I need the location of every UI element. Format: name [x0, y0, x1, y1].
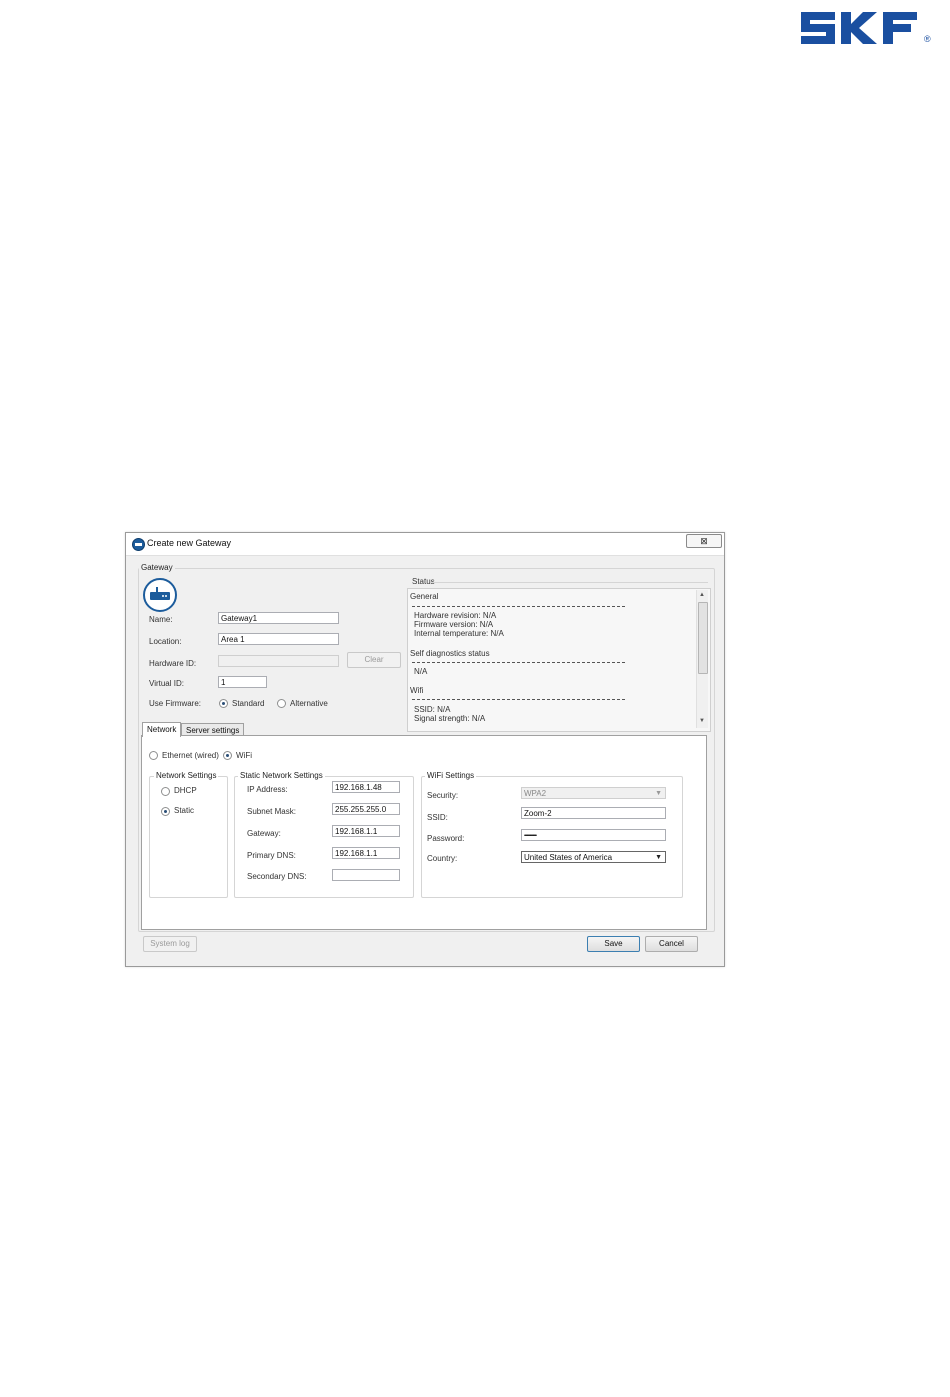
firmware-standard-radio[interactable]	[219, 699, 228, 708]
clear-button[interactable]: Clear	[347, 652, 401, 668]
firmware-label: Use Firmware:	[149, 699, 202, 708]
virtual-id-input[interactable]: 1	[218, 676, 267, 688]
password-input[interactable]: ••••••••••••••••	[521, 829, 666, 841]
location-input[interactable]: Area 1	[218, 633, 339, 645]
security-select[interactable]: WPA2 ▼	[521, 787, 666, 799]
system-log-button[interactable]: System log	[143, 936, 197, 952]
firmware-alternative-label[interactable]: Alternative	[290, 699, 328, 708]
chevron-down-icon[interactable]: ▼	[655, 788, 662, 798]
close-button[interactable]: ⊠	[686, 534, 722, 548]
registered-mark: ®	[924, 34, 931, 44]
scroll-up-icon[interactable]: ▲	[699, 592, 705, 598]
wifi-radio[interactable]	[223, 751, 232, 760]
name-input[interactable]: Gateway1	[218, 612, 339, 624]
dialog-title: Create new Gateway	[147, 538, 232, 548]
country-value: United States of America	[524, 853, 613, 862]
dialog-titlebar: Create new Gateway ⊠	[126, 533, 724, 556]
status-wifi-heading: Wifi	[410, 686, 424, 695]
status-scrollbar[interactable]: ▲ ▼	[696, 590, 708, 728]
gateway-router-icon	[143, 578, 177, 612]
cancel-button[interactable]: Cancel	[645, 936, 698, 952]
status-ssid: SSID: N/A	[414, 705, 451, 714]
status-divider	[412, 699, 625, 700]
secondary-dns-input[interactable]	[332, 869, 400, 881]
scroll-down-icon[interactable]: ▼	[699, 718, 705, 724]
gateway-group-label: Gateway	[139, 563, 175, 572]
status-internal-temperature: Internal temperature: N/A	[414, 629, 504, 638]
status-self-diag-heading: Self diagnostics status	[410, 649, 490, 658]
security-value: WPA2	[524, 789, 547, 798]
gateway-label: Gateway:	[247, 829, 281, 838]
subnet-mask-input[interactable]: 255.255.255.0	[332, 803, 400, 815]
ip-address-input[interactable]: 192.168.1.48	[332, 781, 400, 793]
hardware-id-input[interactable]	[218, 655, 339, 667]
wifi-settings-label: WiFi Settings	[425, 771, 477, 780]
network-tab-panel: Ethernet (wired) WiFi Network Settings D…	[141, 735, 707, 930]
name-label: Name:	[149, 615, 173, 624]
static-label[interactable]: Static	[174, 806, 194, 815]
security-label: Security:	[427, 791, 459, 800]
gateway-input[interactable]: 192.168.1.1	[332, 825, 400, 837]
status-divider	[412, 606, 625, 607]
firmware-standard-label[interactable]: Standard	[232, 699, 264, 708]
status-hardware-revision: Hardware revision: N/A	[414, 611, 497, 620]
create-gateway-dialog: Create new Gateway ⊠ Gateway Name: Gatew…	[125, 532, 725, 967]
wifi-label[interactable]: WiFi	[236, 751, 252, 760]
ip-address-label: IP Address:	[247, 785, 288, 794]
static-radio[interactable]	[161, 807, 170, 816]
chevron-down-icon[interactable]: ▼	[655, 852, 662, 862]
save-button[interactable]: Save	[587, 936, 640, 952]
ethernet-radio[interactable]	[149, 751, 158, 760]
ssid-input[interactable]: Zoom-2	[521, 807, 666, 819]
location-label: Location:	[149, 637, 182, 646]
scrollbar-thumb[interactable]	[698, 602, 708, 674]
status-signal-strength: Signal strength: N/A	[414, 714, 486, 723]
dhcp-radio[interactable]	[161, 787, 170, 796]
subnet-mask-label: Subnet Mask:	[247, 807, 296, 816]
virtual-id-label: Virtual ID:	[149, 679, 184, 688]
tab-network[interactable]: Network	[142, 722, 182, 737]
skf-logo	[801, 12, 917, 44]
close-icon[interactable]: ⊠	[700, 536, 708, 546]
firmware-alternative-radio[interactable]	[277, 699, 286, 708]
password-label: Password:	[427, 834, 465, 843]
secondary-dns-label: Secondary DNS:	[247, 872, 307, 881]
status-divider	[412, 662, 625, 663]
status-label-line	[432, 582, 708, 583]
status-general-heading: General	[410, 592, 439, 601]
dhcp-label[interactable]: DHCP	[174, 786, 197, 795]
ssid-label: SSID:	[427, 813, 448, 822]
status-panel: General Hardware revision: N/A Firmware …	[407, 588, 711, 732]
gateway-app-icon	[132, 538, 145, 551]
hardware-id-label: Hardware ID:	[149, 659, 197, 668]
ethernet-label[interactable]: Ethernet (wired)	[162, 751, 219, 760]
country-select[interactable]: United States of America ▼	[521, 851, 666, 863]
primary-dns-input[interactable]: 192.168.1.1	[332, 847, 400, 859]
country-label: Country:	[427, 854, 458, 863]
network-settings-label: Network Settings	[154, 771, 219, 780]
status-firmware-version: Firmware version: N/A	[414, 620, 494, 629]
primary-dns-label: Primary DNS:	[247, 851, 296, 860]
static-network-label: Static Network Settings	[238, 771, 325, 780]
status-self-diag-value: N/A	[414, 667, 428, 676]
